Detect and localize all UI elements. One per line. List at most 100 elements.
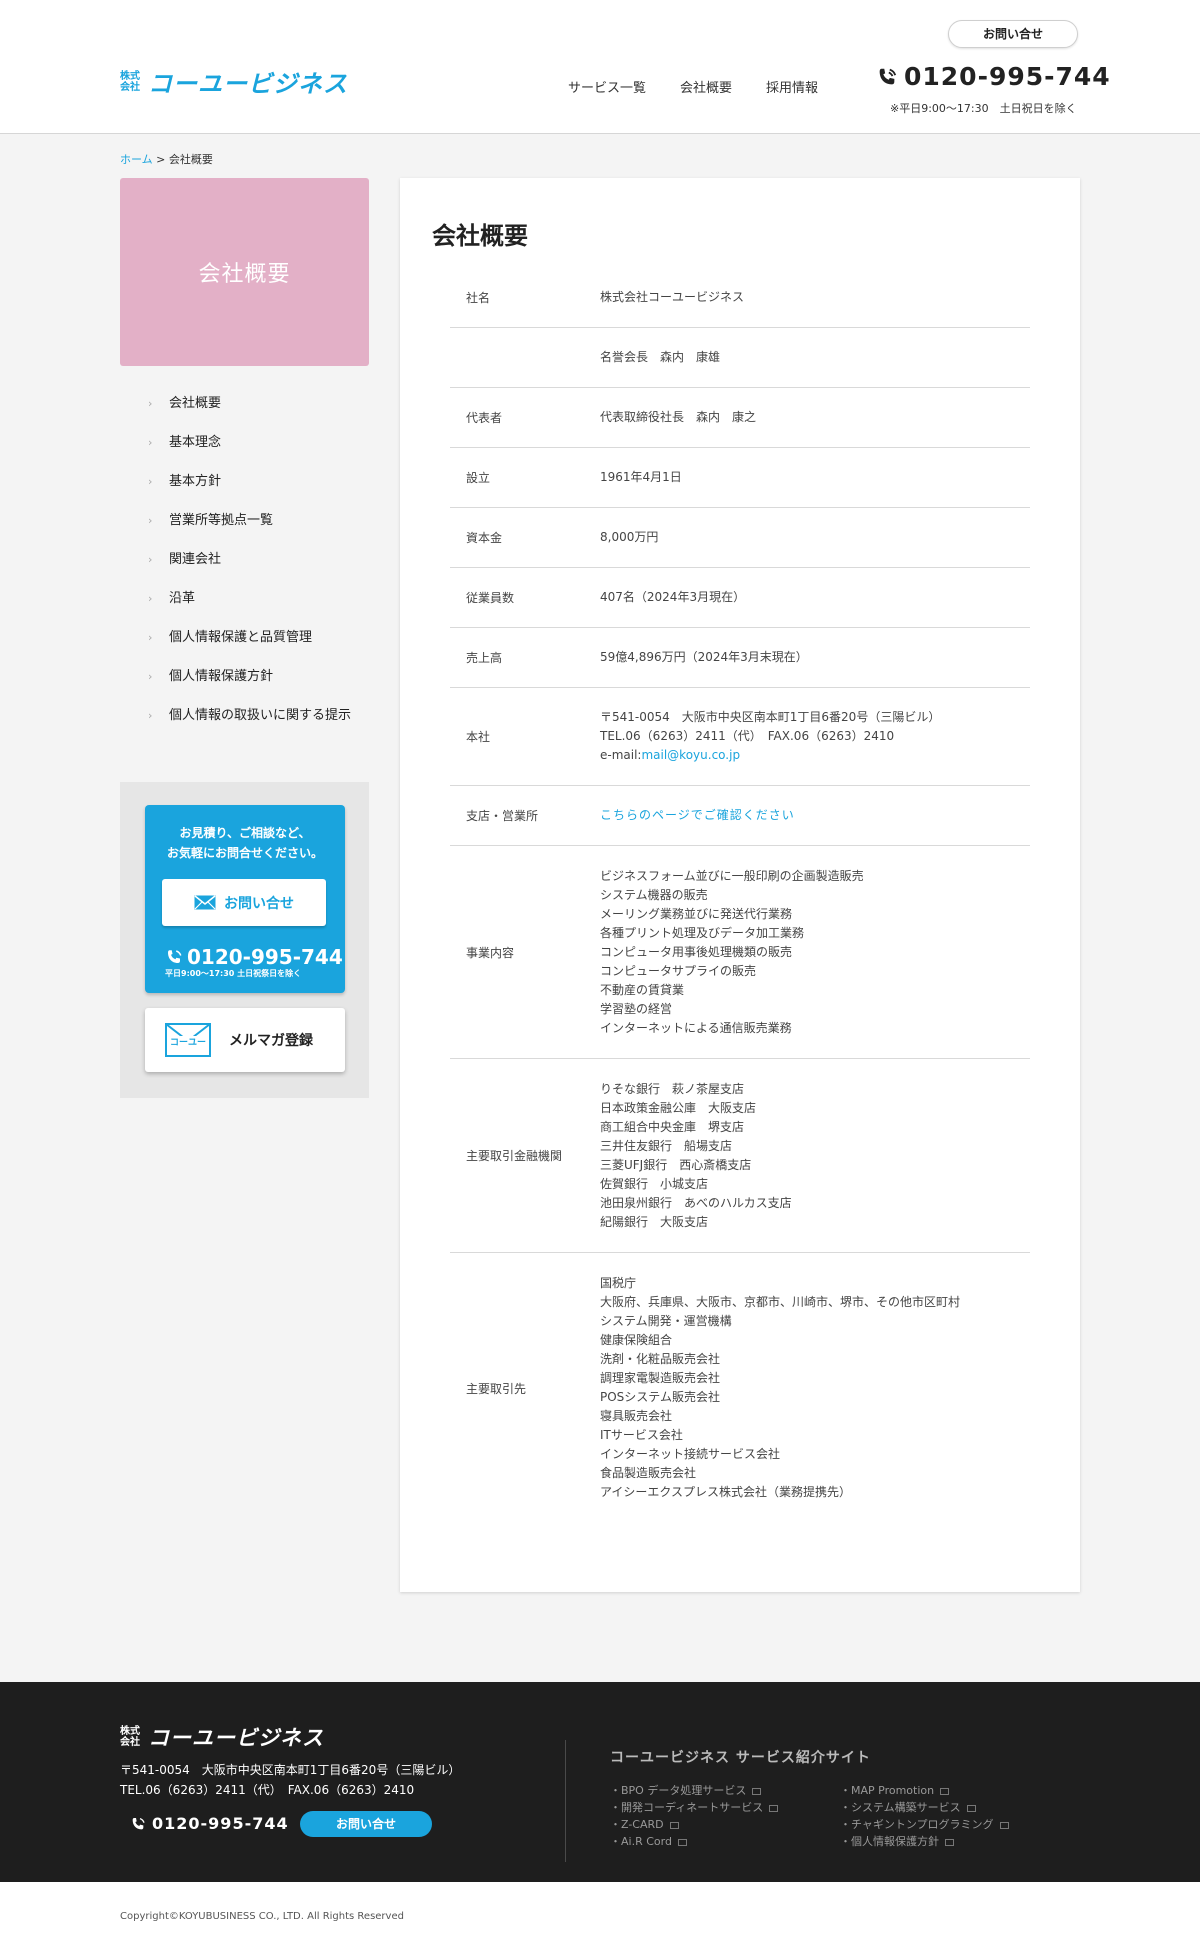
table-row: 社名 株式会社コーユービジネス	[450, 268, 1030, 328]
sidebar-cta-panel: お見積り、ご相談など、 お気軽にお問合せください。 お問い合せ 0120-995…	[120, 782, 369, 1098]
cta-phone[interactable]: 0120-995-744	[165, 945, 343, 969]
row-label: 社名	[466, 291, 491, 305]
value-line: 日本政策金融公庫 大阪支店	[600, 1100, 757, 1115]
row-label: 従業員数	[466, 591, 515, 605]
external-link-icon	[945, 1838, 954, 1846]
value-line: 1961年4月1日	[600, 470, 682, 484]
footer-link-zcard[interactable]: ・Z-CARD	[610, 1816, 778, 1833]
footer-links-col1: ・BPO データ処理サービス ・開発コーディネートサービス ・Z-CARD ・A…	[610, 1782, 779, 1850]
value-line: 不動産の賃貸業	[600, 982, 685, 997]
sidebar-item-philosophy[interactable]: 基本理念	[148, 433, 370, 453]
value-line: 佐賀銀行 小城支店	[600, 1176, 709, 1191]
mail-icon	[194, 895, 216, 910]
sidebar-item-privacy-policy[interactable]: 個人情報保護方針	[148, 667, 370, 687]
footer-address-line-2: TEL.06（6263）2411（代） FAX.06（6263）2410	[120, 1783, 415, 1797]
value-line: インターネット接続サービス会社	[600, 1447, 781, 1461]
external-link-icon	[752, 1787, 762, 1795]
footer-link-map-promotion[interactable]: ・MAP Promotion	[840, 1782, 1009, 1799]
value-line: アイシーエクスプレス株式会社（業務提携先）	[600, 1485, 852, 1499]
row-value: りそな銀行 萩ノ茶屋支店 日本政策金融公庫 大阪支店 商工組合中央金庫 堺支店 …	[600, 1080, 1030, 1232]
sidebar-item-affiliates[interactable]: 関連会社	[148, 550, 370, 570]
nav-item-company[interactable]: 会社概要	[680, 77, 732, 96]
main-content: 会社概要 社名 株式会社コーユービジネス 名誉会長 森内 康雄 代表者 代表取締…	[400, 178, 1080, 1592]
value-line: 407名（2024年3月現在）	[600, 590, 746, 604]
footer-link-bpo[interactable]: ・BPO データ処理サービス	[610, 1782, 778, 1799]
footer-logo-kaisha-top: 株式	[120, 1726, 140, 1737]
row-value: 407名（2024年3月現在）	[600, 588, 1030, 607]
value-line: システム開発・運営機構	[600, 1314, 732, 1328]
cta-contact-button[interactable]: お問い合せ	[162, 879, 326, 926]
cta-contact-box: お見積り、ご相談など、 お気軽にお問合せください。 お問い合せ 0120-995…	[145, 805, 345, 993]
row-label: 設立	[466, 471, 491, 485]
value-line: 調理家電製造販売会社	[600, 1371, 721, 1385]
value-line: 代表取締役社長 森内 康之	[600, 410, 757, 424]
value-line: 名誉会長 森内 康雄	[600, 350, 721, 364]
table-row: 事業内容 ビジネスフォーム並びに一般印刷の企画製造販売 システム機器の販売 メー…	[450, 846, 1030, 1059]
nav-item-recruit[interactable]: 採用情報	[766, 77, 818, 96]
value-line: コンピュータ用事後処理機類の販売	[600, 944, 793, 959]
footer-address-line-1: 〒541-0054 大阪市中央区南本町1丁目6番20号（三陽ビル）	[120, 1763, 461, 1777]
row-value: 代表取締役社長 森内 康之	[600, 408, 1030, 427]
sidebar-item-history[interactable]: 沿革	[148, 589, 370, 609]
sidebar-item-overview[interactable]: 会社概要	[148, 394, 370, 414]
footer-link-system-build[interactable]: ・システム構築サービス	[840, 1799, 1009, 1816]
footer-logo-kaisha-mark: 株式 会社	[120, 1726, 148, 1748]
email-line: e-mail:mail@koyu.co.jp	[600, 746, 1030, 765]
value-line: 商工組合中央金庫 堺支店	[600, 1119, 745, 1134]
breadcrumb-home[interactable]: ホーム	[120, 153, 153, 166]
value-line: ITサービス会社	[600, 1428, 683, 1442]
footer-link-label: MAP Promotion	[851, 1784, 935, 1797]
footer-address: 〒541-0054 大阪市中央区南本町1丁目6番20号（三陽ビル） TEL.06…	[120, 1760, 460, 1800]
footer-link-dev-coordinate[interactable]: ・開発コーディネートサービス	[610, 1799, 779, 1816]
footer-link-chuggington[interactable]: ・チャギントンプログラミング	[840, 1816, 1009, 1833]
footer-phone-number: 0120-995-744	[152, 1814, 289, 1833]
sidebar-item-privacy-quality[interactable]: 個人情報保護と品質管理	[148, 628, 370, 648]
sidebar-menu: 会社概要 基本理念 基本方針 営業所等拠点一覧 関連会社 沿革 個人情報保護と品…	[148, 394, 370, 745]
table-row: 代表者 代表取締役社長 森内 康之	[450, 388, 1030, 448]
header-contact-button[interactable]: お問い合せ	[948, 20, 1078, 48]
site-header: 株式 会社 コーユービジネス お問い合せ サービス一覧 会社概要 採用情報 01…	[0, 0, 1200, 134]
footer-sites-title: コーユービジネス サービス紹介サイト	[610, 1750, 871, 1766]
row-value: 8,000万円	[600, 528, 1030, 547]
footer-phone[interactable]: 0120-995-744	[130, 1814, 289, 1833]
footer-link-label: Ai.R Cord	[621, 1835, 672, 1848]
mailmag-label: メルマガ登録	[229, 1033, 313, 1049]
logo-kaisha-top: 株式	[120, 70, 140, 82]
email-link[interactable]: mail@koyu.co.jp	[641, 748, 740, 762]
row-value: 59億4,896万円（2024年3月末現在）	[600, 648, 1030, 667]
sidebar-title: 会社概要	[198, 262, 291, 287]
value-line: 学習塾の経営	[600, 1001, 673, 1016]
sidebar-item-policy[interactable]: 基本方針	[148, 472, 370, 492]
page-title: 会社概要	[432, 222, 528, 250]
row-value: 株式会社コーユービジネス	[600, 288, 1030, 307]
footer-contact-button[interactable]: お問い合せ	[300, 1811, 432, 1837]
external-link-icon	[966, 1804, 976, 1812]
row-label: 資本金	[466, 531, 503, 545]
value-line: 寝具販売会社	[600, 1409, 673, 1423]
sidebar-item-privacy-notice[interactable]: 個人情報の取扱いに関する提示	[148, 706, 370, 726]
header-phone[interactable]: 0120-995-744	[876, 62, 1111, 91]
mailmag-button[interactable]: コーユー メルマガ登録	[145, 1008, 345, 1072]
value-line: 三菱UFJ銀行 西心斎橋支店	[600, 1157, 752, 1172]
footer-link-privacy[interactable]: ・個人情報保護方針	[840, 1833, 1009, 1850]
company-logo[interactable]: 株式 会社 コーユービジネス	[120, 64, 348, 99]
table-row: 従業員数 407名（2024年3月現在）	[450, 568, 1030, 628]
row-label: 事業内容	[466, 945, 515, 960]
table-row: 名誉会長 森内 康雄	[450, 328, 1030, 388]
branches-link[interactable]: こちらのページでご確認ください	[600, 808, 795, 822]
footer-logo-text: コーユービジネス	[148, 1726, 324, 1750]
value-line: 〒541-0054 大阪市中央区南本町1丁目6番20号（三陽ビル）	[600, 710, 941, 724]
sidebar-item-offices[interactable]: 営業所等拠点一覧	[148, 511, 370, 531]
nav-item-services[interactable]: サービス一覧	[568, 77, 646, 96]
external-link-icon	[669, 1821, 679, 1829]
footer-link-label: システム構築サービス	[851, 1801, 961, 1814]
footer-link-label: 個人情報保護方針	[851, 1835, 939, 1848]
value-line: インターネットによる通信販売業務	[600, 1020, 792, 1035]
footer-logo[interactable]: 株式 会社 コーユービジネス	[120, 1722, 324, 1752]
company-info-table: 社名 株式会社コーユービジネス 名誉会長 森内 康雄 代表者 代表取締役社長 森…	[450, 268, 1030, 1523]
footer-link-air-cord[interactable]: ・Ai.R Cord	[610, 1833, 778, 1850]
main-nav: サービス一覧 会社概要 採用情報	[568, 77, 852, 96]
row-label: 支店・営業所	[466, 809, 539, 823]
row-value: こちらのページでご確認ください	[600, 806, 1030, 825]
external-link-icon	[769, 1804, 779, 1812]
